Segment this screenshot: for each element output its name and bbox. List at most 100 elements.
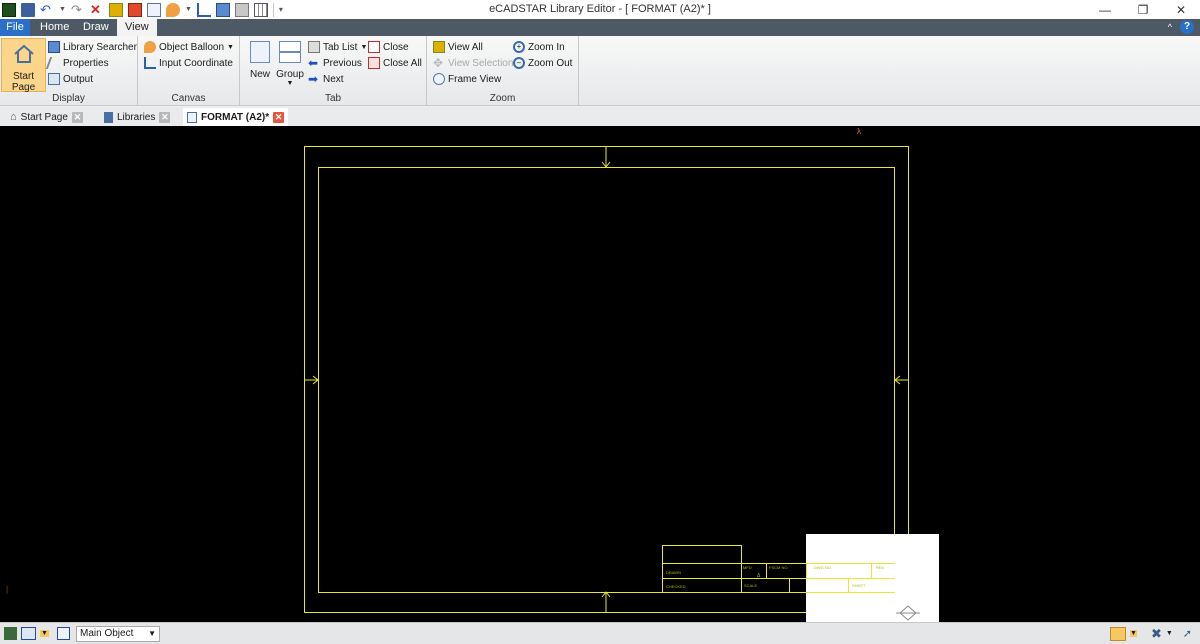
- tab-home[interactable]: Home: [32, 19, 77, 36]
- zoom-in-button[interactable]: + Zoom In: [513, 41, 565, 53]
- coordinate-icon: [144, 57, 156, 69]
- arrow-right-icon: ➡: [308, 72, 319, 86]
- title-block-rev: REV.: [876, 565, 885, 570]
- new-tab-button[interactable]: New: [246, 41, 274, 85]
- title-block-mfd: MFD: [743, 565, 752, 570]
- close-all-label: Close All: [383, 57, 422, 69]
- close-all-button[interactable]: Close All: [368, 57, 422, 69]
- previous-button[interactable]: ⬅ Previous: [308, 57, 362, 69]
- doc-tab-label: Start Page: [20, 111, 68, 123]
- tab-list-button[interactable]: Tab List ▼: [308, 41, 367, 53]
- start-page-button[interactable]: Start Page: [1, 38, 46, 93]
- tab-group-label: Tab: [324, 93, 342, 104]
- output-icon: [48, 73, 60, 85]
- zoom-out-button[interactable]: – Zoom Out: [513, 57, 572, 69]
- pin-icon[interactable]: ➚: [1183, 627, 1192, 640]
- drawing-svg[interactable]: λ DRAWN CHECKED MFD FSCM NO. DWG NO. REV…: [0, 126, 1200, 622]
- doc-tab-libraries[interactable]: Libraries ✕: [100, 108, 174, 126]
- view-all-icon: [433, 41, 445, 53]
- ribbon: Start Page Library Searcher Properties O…: [0, 36, 1200, 106]
- title-block-sheet: SHEET: [852, 583, 866, 588]
- drawing-canvas[interactable]: λ DRAWN CHECKED MFD FSCM NO. DWG NO. REV…: [0, 126, 1200, 622]
- canvas-group-label: Canvas: [171, 93, 206, 104]
- output-panel-icon[interactable]: [56, 627, 70, 640]
- menu-bar: File Home Draw View ^ ?: [0, 19, 1200, 37]
- object-balloon-label: Object Balloon: [159, 41, 225, 53]
- status-app-icon[interactable]: [4, 627, 17, 640]
- group-tab-button[interactable]: Group ▼: [276, 41, 304, 91]
- tab-draw[interactable]: Draw: [75, 19, 117, 36]
- next-button[interactable]: ➡ Next: [308, 73, 344, 85]
- input-coordinate-label: Input Coordinate: [159, 57, 233, 69]
- close-tab-icon: [368, 41, 380, 53]
- zoom-out-icon: –: [513, 57, 525, 69]
- title-bar: ↶ ▼ ↷ ✕ ▼ ▾ eCADSTAR Library Editor - [ …: [0, 0, 1200, 19]
- library-searcher-label: Library Searcher: [63, 41, 137, 53]
- close-tab-icon[interactable]: ✕: [273, 111, 285, 123]
- home-icon: ⌂: [10, 111, 17, 123]
- tab-view[interactable]: View: [117, 19, 157, 37]
- doc-tab-start-page[interactable]: ⌂ Start Page ✕: [6, 108, 87, 126]
- layer-dropdown-icon[interactable]: ▼: [40, 630, 49, 637]
- minimize-icon[interactable]: —: [1086, 0, 1124, 19]
- help-icon[interactable]: ?: [1180, 20, 1194, 34]
- ribbon-group-tab: New Group ▼ Tab List ▼ ⬅ Previous ➡ Next…: [240, 36, 427, 106]
- restore-icon[interactable]: ❐: [1124, 0, 1162, 19]
- inner-frame: [318, 167, 895, 593]
- new-tab-label: New: [249, 69, 270, 80]
- doc-tab-format[interactable]: FORMAT (A2)* ✕: [183, 108, 289, 126]
- object-select-combo[interactable]: Main Object ▼: [76, 626, 160, 642]
- tab-list-dropdown-icon: ▼: [360, 43, 368, 51]
- input-coordinate-button[interactable]: Input Coordinate: [144, 57, 233, 69]
- library-searcher-button[interactable]: Library Searcher: [48, 41, 137, 53]
- ribbon-group-zoom: View All ✥ View Selection Frame View + Z…: [427, 36, 579, 106]
- zoom-in-label: Zoom In: [528, 41, 565, 53]
- group-dropdown-icon: ▼: [286, 80, 294, 87]
- previous-label: Previous: [323, 57, 362, 69]
- output-label: Output: [63, 73, 94, 85]
- view-selection-button[interactable]: ✥ View Selection: [433, 57, 513, 69]
- snap-icon[interactable]: ✖: [1151, 626, 1162, 642]
- close-tab-icon[interactable]: ✕: [71, 111, 83, 123]
- status-left-icons: ▼: [4, 626, 70, 641]
- window-title: eCADSTAR Library Editor - [ FORMAT (A2)*…: [489, 3, 711, 15]
- snap-dropdown-icon[interactable]: ▼: [1166, 630, 1173, 637]
- origin-marker: λ: [857, 127, 861, 136]
- next-label: Next: [323, 73, 344, 85]
- arrow-left-icon: ⬅: [308, 56, 319, 70]
- grid-dropdown-icon[interactable]: ▼: [1130, 630, 1137, 637]
- status-bar: ▼ Main Object ▼ ▼ ✖ ▼ ➚: [0, 622, 1200, 644]
- view-selection-icon: ✥: [433, 56, 444, 70]
- view-all-button[interactable]: View All: [433, 41, 483, 53]
- close-all-icon: [368, 57, 380, 69]
- library-searcher-icon: [48, 41, 60, 53]
- object-balloon-button[interactable]: Object Balloon ▼: [144, 41, 234, 53]
- start-page-label: Start Page: [11, 71, 36, 93]
- group-tab-label: Group: [276, 69, 304, 80]
- properties-button[interactable]: Properties: [45, 57, 109, 69]
- display-group-label: Display: [52, 93, 85, 104]
- ribbon-group-display: Start Page Library Searcher Properties O…: [0, 36, 138, 106]
- close-tab-button[interactable]: Close: [368, 41, 409, 53]
- title-block-scale: SCALE: [744, 583, 757, 588]
- tab-list-icon: [308, 41, 320, 53]
- collapse-ribbon-icon[interactable]: ^: [1168, 22, 1172, 32]
- view-selection-label: View Selection: [448, 57, 514, 69]
- frame-view-button[interactable]: Frame View: [433, 73, 501, 85]
- object-select-value: Main Object: [80, 628, 134, 639]
- doc-tab-label: FORMAT (A2)*: [201, 111, 270, 123]
- close-tab-icon[interactable]: ✕: [159, 111, 171, 123]
- doc-tab-label: Libraries: [117, 111, 156, 123]
- grid-display-icon[interactable]: [1110, 626, 1126, 641]
- output-button[interactable]: Output: [48, 73, 93, 85]
- combo-dropdown-icon: ▼: [148, 629, 156, 638]
- book-icon: [104, 111, 113, 123]
- menu-right-controls: ^ ?: [1168, 20, 1194, 34]
- tab-file[interactable]: File: [0, 19, 30, 36]
- zoom-out-label: Zoom Out: [528, 57, 573, 69]
- frame-view-label: Frame View: [448, 73, 502, 85]
- layer-list-icon[interactable]: [21, 627, 36, 640]
- title-block-checked: CHECKED: [666, 584, 686, 589]
- close-window-icon[interactable]: ✕: [1162, 0, 1200, 19]
- frame-view-icon: [433, 73, 445, 85]
